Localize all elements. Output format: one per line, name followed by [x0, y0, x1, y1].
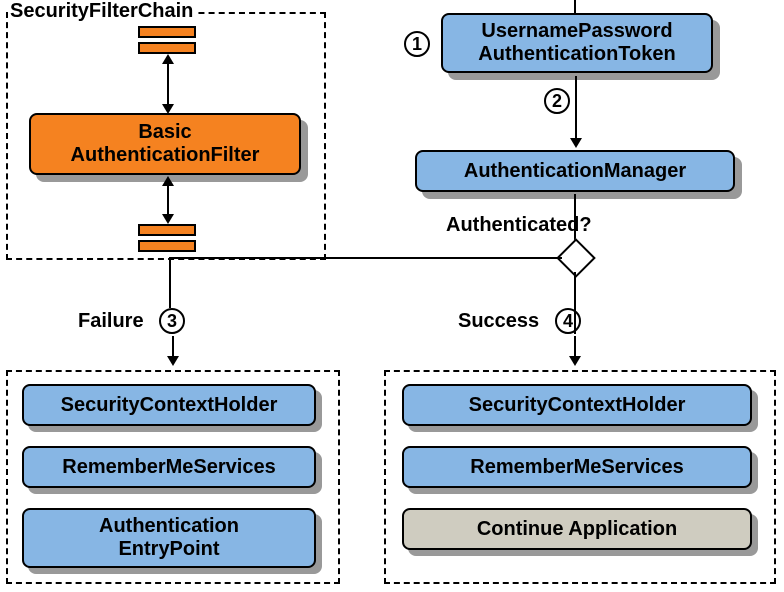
top-bar-1 [138, 26, 196, 38]
failure-i2-text: RememberMeServices [62, 456, 275, 479]
arrow-filter-bottom [160, 176, 180, 224]
success-i1-text: SecurityContextHolder [469, 394, 686, 417]
failure-i3-line2: EntryPoint [118, 538, 219, 561]
success-i3: Continue Application [402, 508, 752, 550]
token-box: UsernamePassword AuthenticationToken [441, 13, 713, 73]
bottom-bar-2 [138, 240, 196, 252]
token-line1: UsernamePassword [481, 20, 672, 43]
token-line2: AuthenticationToken [478, 43, 675, 66]
failure-i2: RememberMeServices [22, 446, 316, 488]
arrow-token-manager [570, 76, 582, 148]
failure-label: Failure [78, 310, 144, 333]
step-2-badge: 2 [544, 88, 570, 114]
filter-line1: Basic [138, 121, 191, 144]
failure-i3: Authentication EntryPoint [22, 508, 316, 568]
success-i1: SecurityContextHolder [402, 384, 752, 426]
filter-chain-label: SecurityFilterChain [8, 0, 195, 23]
step-1-badge: 1 [404, 31, 430, 57]
arrow-to-failure [167, 336, 179, 366]
manager-text: AuthenticationManager [464, 160, 686, 183]
arrow-to-success [569, 336, 581, 366]
success-label: Success [458, 310, 539, 333]
success-i2: RememberMeServices [402, 446, 752, 488]
manager-box: AuthenticationManager [415, 150, 735, 192]
step-4-badge: 4 [555, 308, 581, 334]
top-bar-2 [138, 42, 196, 54]
success-i2-text: RememberMeServices [470, 456, 683, 479]
authenticated-label: Authenticated? [446, 214, 592, 237]
arrow-top-filter [160, 54, 180, 114]
success-i3-text: Continue Application [477, 518, 677, 541]
failure-i3-line1: Authentication [99, 515, 239, 538]
failure-i1-text: SecurityContextHolder [61, 394, 278, 417]
failure-i1: SecurityContextHolder [22, 384, 316, 426]
filter-line2: AuthenticationFilter [71, 144, 260, 167]
line-diamond-failure [168, 256, 568, 316]
line-manager-diamond [573, 194, 577, 244]
bottom-bar-1 [138, 224, 196, 236]
line-into-token [573, 0, 577, 14]
basic-auth-filter: Basic AuthenticationFilter [29, 113, 301, 175]
